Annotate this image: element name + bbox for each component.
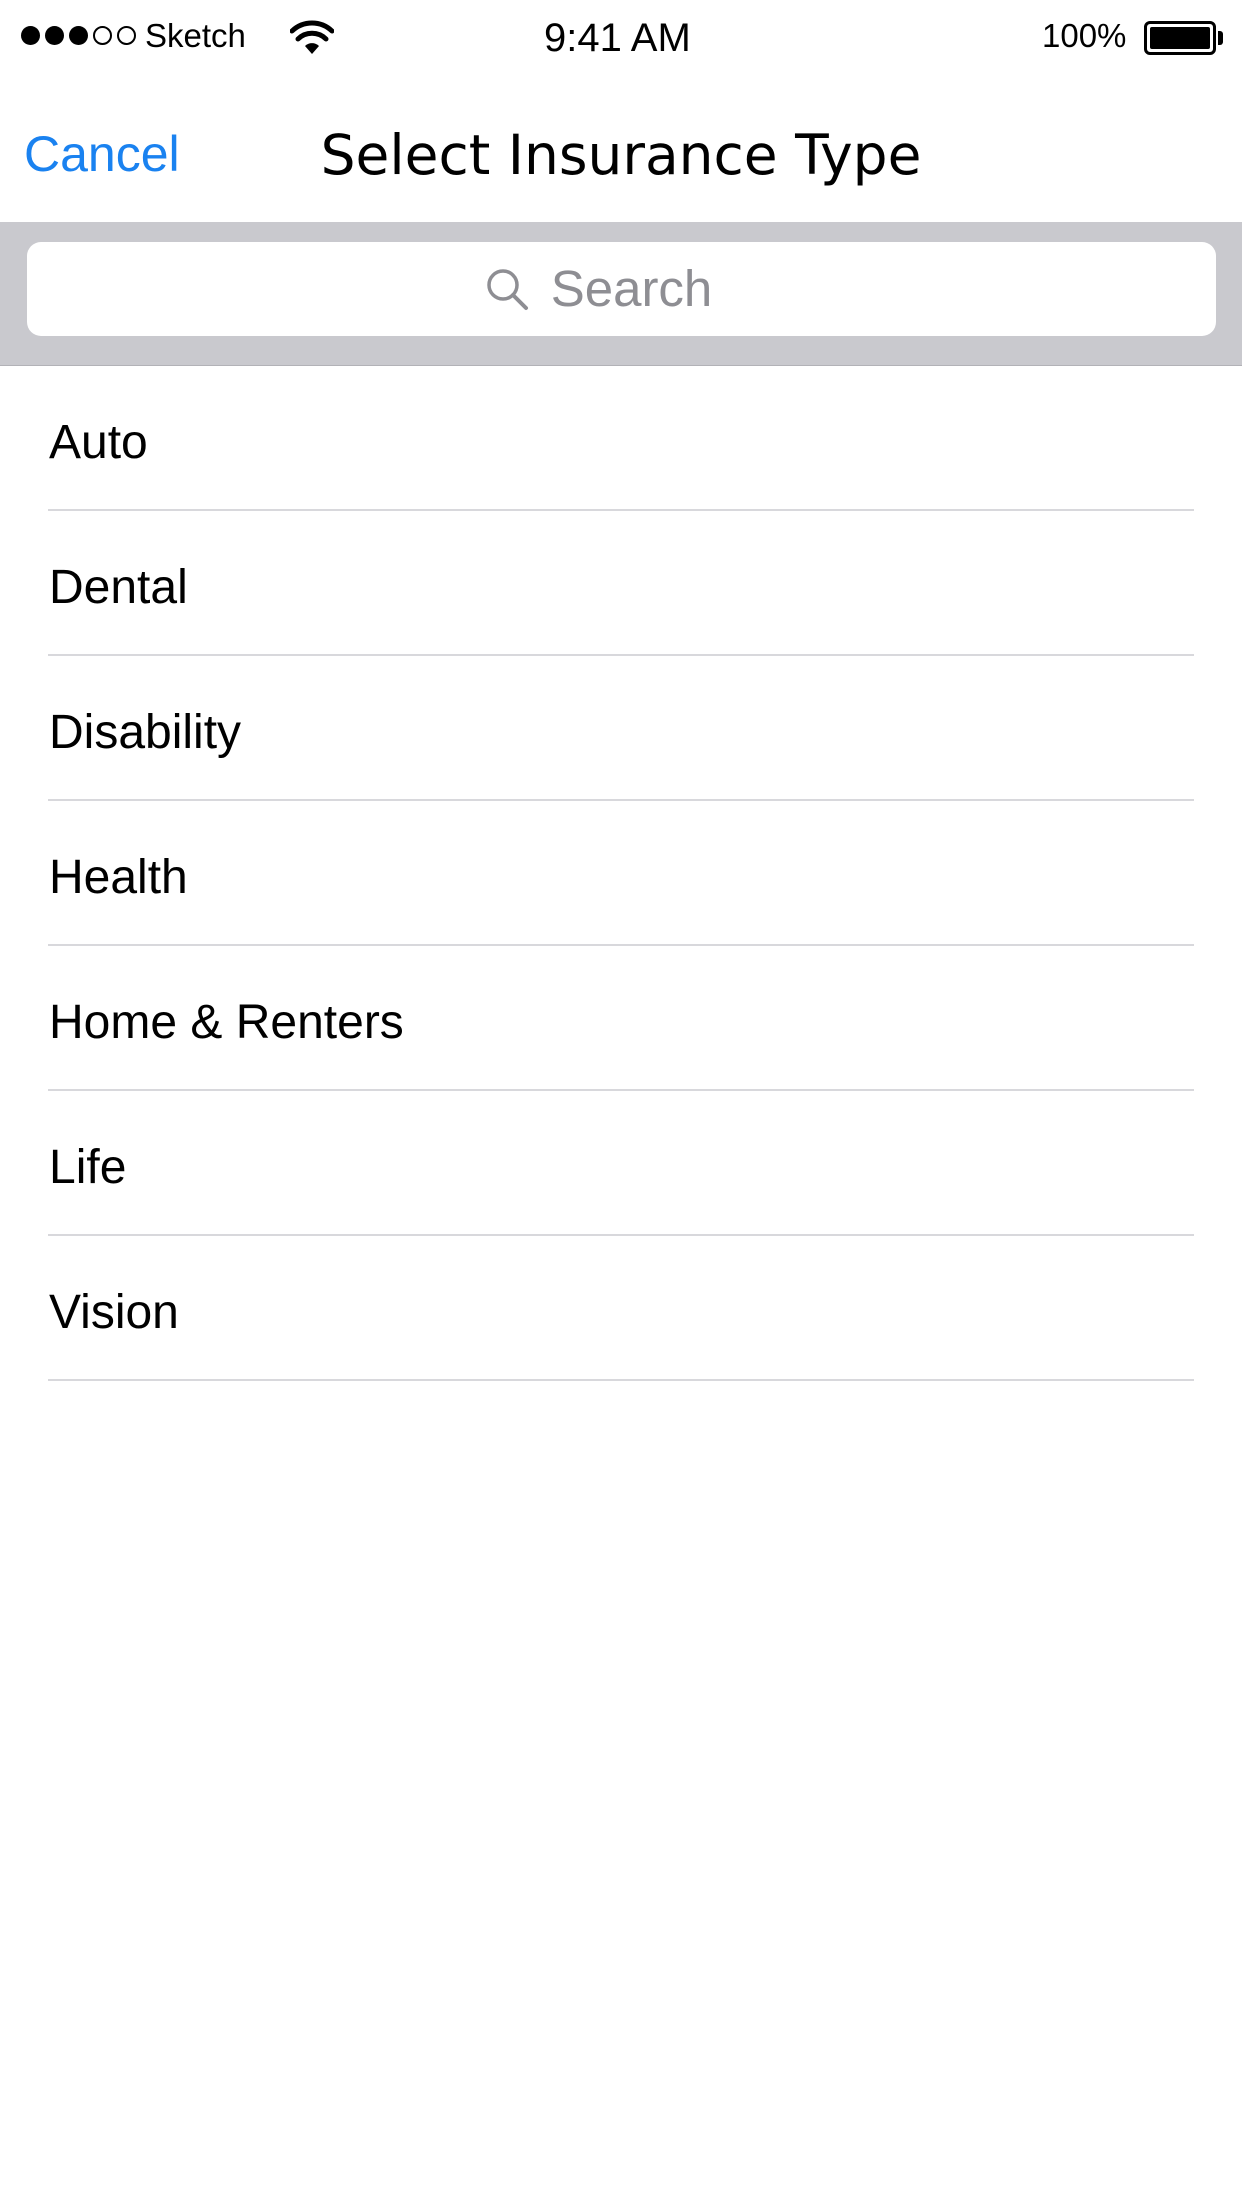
list-item-auto[interactable]: Auto	[0, 366, 1242, 511]
wifi-icon	[290, 20, 334, 54]
list-item-health[interactable]: Health	[0, 801, 1242, 946]
battery-percentage: 100%	[1042, 17, 1127, 54]
list-item-label: Health	[49, 851, 188, 904]
status-bar: Sketch 9:41 AM 100%	[0, 0, 1242, 74]
list-item-disability[interactable]: Disability	[0, 656, 1242, 801]
list-item-home-renters[interactable]: Home & Renters	[0, 946, 1242, 1091]
battery-tip	[1218, 31, 1223, 45]
carrier-name: Sketch	[145, 17, 246, 54]
list-item-label: Home & Renters	[49, 996, 404, 1049]
battery-icon	[1144, 21, 1216, 55]
search-bar-container: Search	[0, 222, 1242, 366]
status-time: 9:41 AM	[544, 16, 691, 60]
list-item-label: Life	[49, 1141, 127, 1194]
signal-dot	[45, 26, 64, 45]
search-input[interactable]: Search	[27, 242, 1216, 336]
insurance-type-list: Auto Dental Disability Health Home & Ren…	[0, 366, 1242, 1381]
signal-strength-icon	[21, 26, 136, 45]
battery-level	[1150, 27, 1210, 49]
signal-dot	[21, 26, 40, 45]
list-item-life[interactable]: Life	[0, 1091, 1242, 1236]
list-item-label: Auto	[49, 416, 148, 469]
divider	[48, 1379, 1194, 1381]
list-item-label: Vision	[49, 1286, 179, 1339]
signal-dot	[93, 26, 112, 45]
signal-dot	[69, 26, 88, 45]
list-item-dental[interactable]: Dental	[0, 511, 1242, 656]
search-icon	[486, 269, 528, 310]
page-title: Select Insurance Type	[320, 123, 922, 187]
signal-dot	[117, 26, 136, 45]
list-item-vision[interactable]: Vision	[0, 1236, 1242, 1381]
navigation-bar: Cancel Select Insurance Type	[0, 74, 1242, 222]
list-item-label: Disability	[49, 706, 242, 759]
list-item-label: Dental	[49, 561, 188, 614]
search-placeholder: Search	[550, 260, 713, 317]
